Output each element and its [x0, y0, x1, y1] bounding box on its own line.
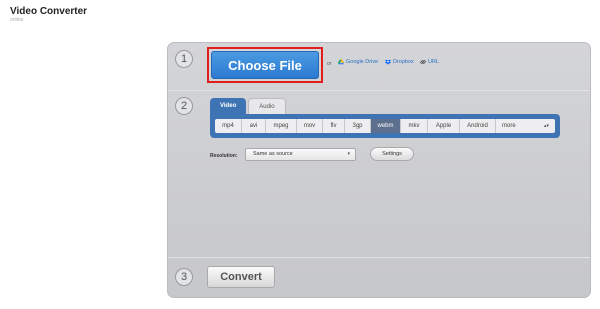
app-title: Video Converter: [10, 6, 88, 17]
or-label: or: [327, 61, 332, 67]
resolution-value: Same as source: [253, 151, 293, 157]
dropbox-icon: [385, 59, 391, 65]
page: Video Converter online 1 2 3 Choose File…: [0, 0, 600, 309]
format-more-select[interactable]: more ▴▾: [496, 119, 555, 133]
step-divider: [168, 257, 590, 258]
format-more-label: more: [502, 123, 516, 129]
format-avi[interactable]: avi: [242, 119, 266, 133]
format-apple[interactable]: Apple: [428, 119, 460, 133]
format-selector: mp4 avi mpeg mov flv 3gp webm mkv Apple …: [210, 114, 560, 138]
resolution-label: Resolution:: [210, 153, 238, 159]
tab-audio[interactable]: Audio: [248, 98, 286, 115]
format-list: mp4 avi mpeg mov flv 3gp webm mkv Apple …: [215, 119, 555, 133]
app-subtitle: online: [10, 17, 24, 23]
link-icon: [420, 60, 426, 64]
dropbox-label: Dropbox: [393, 59, 414, 65]
format-flv[interactable]: flv: [323, 119, 345, 133]
google-drive-link[interactable]: Google Drive: [338, 59, 378, 65]
step-number-3: 3: [175, 268, 193, 286]
format-3gp[interactable]: 3gp: [345, 119, 371, 133]
tab-video[interactable]: Video: [210, 98, 247, 115]
step-number-2: 2: [175, 97, 193, 115]
format-mov[interactable]: mov: [297, 119, 323, 133]
chevron-down-icon: ▾: [347, 151, 350, 157]
format-mp4[interactable]: mp4: [215, 119, 242, 133]
settings-button[interactable]: Settings: [370, 147, 414, 161]
choose-file-button[interactable]: Choose File: [211, 51, 319, 79]
url-label: URL: [428, 59, 440, 65]
google-drive-icon: [338, 59, 344, 65]
format-mpeg[interactable]: mpeg: [266, 119, 297, 133]
google-drive-label: Google Drive: [346, 59, 379, 65]
updown-arrow-icon: ▴▾: [543, 123, 549, 129]
step-divider: [168, 90, 590, 91]
format-android[interactable]: Android: [460, 119, 496, 133]
format-tabs: Video Audio: [210, 98, 288, 115]
convert-button[interactable]: Convert: [207, 266, 275, 288]
resolution-select[interactable]: Same as source ▾: [245, 148, 356, 161]
format-webm[interactable]: webm: [371, 119, 401, 133]
format-mkv[interactable]: mkv: [401, 119, 428, 133]
step-number-1: 1: [175, 50, 193, 68]
url-link[interactable]: URL: [420, 59, 439, 65]
dropbox-link[interactable]: Dropbox: [385, 59, 414, 65]
